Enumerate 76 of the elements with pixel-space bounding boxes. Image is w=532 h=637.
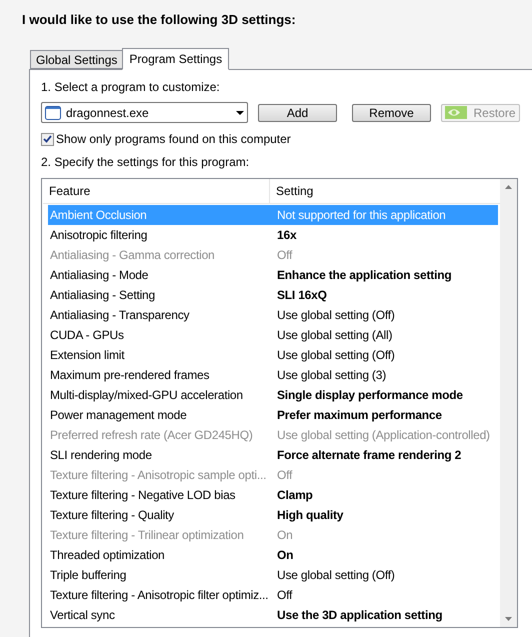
setting-cell-text: Use global setting (Off): [276, 307, 395, 324]
table-row[interactable]: Power management mode Prefer maximum performance: [48, 405, 498, 425]
setting-cell-text: Off: [276, 247, 292, 264]
feature-cell-text: Texture filtering - Anisotropic filter optimiz...: [49, 587, 270, 604]
feature-cell-text: SLI rendering mode: [49, 447, 153, 464]
setting-cell-text: Clamp: [276, 487, 313, 504]
setting-cell-text: On: [276, 527, 293, 544]
table-row[interactable]: Texture filtering - Anisotropic filter optimiz... Off: [48, 585, 498, 605]
column-header[interactable]: Feature: [43, 179, 270, 203]
setting-cell-text: Use global setting (Off): [276, 347, 395, 364]
setting-cell-text: 16x: [276, 227, 296, 244]
table-row[interactable]: Texture filtering - Quality High quality: [48, 505, 498, 525]
table-row[interactable]: Antialiasing - Mode Enhance the application setting: [48, 265, 498, 285]
table-row[interactable]: Antialiasing - Setting SLI 16xQ: [48, 285, 498, 305]
setting-cell-text: Use global setting (Off): [276, 567, 395, 584]
setting-cell-text: Single display performance mode: [276, 387, 463, 404]
feature-cell-text: Antialiasing - Gamma correction: [49, 247, 216, 264]
feature-cell-text: Antialiasing - Mode: [49, 267, 150, 284]
scroll-up-icon[interactable]: [505, 185, 512, 189]
scroll-down-icon[interactable]: [505, 617, 512, 621]
feature-cell-text: Vertical sync: [49, 607, 116, 624]
feature-cell-text: Power management mode: [49, 407, 188, 424]
scrollbar[interactable]: [500, 179, 517, 627]
action-button[interactable]: Remove: [352, 104, 431, 122]
feature-cell-text: Antialiasing - Setting: [49, 287, 156, 304]
setting-cell-text: Prefer maximum performance: [276, 407, 442, 424]
eye-logo-icon: [445, 106, 468, 119]
setting-cell-text: Force alternate frame rendering 2: [276, 447, 462, 464]
setting-cell-text: Use global setting (3): [276, 367, 386, 384]
column-header[interactable]: Setting: [270, 179, 500, 203]
setting-cell-text: Use global setting (Application-controlled): [276, 427, 490, 444]
checkbox-label: Show only programs found on this computer: [56, 131, 291, 148]
setting-cell-text: On: [276, 547, 294, 564]
feature-cell-text: Maximum pre-rendered frames: [49, 367, 210, 384]
caret-icon: [236, 110, 244, 114]
feature-cell-text: CUDA - GPUs: [49, 327, 125, 344]
table-row[interactable]: Triple buffering Use global setting (Off): [48, 565, 498, 585]
tab[interactable]: Global Settings: [30, 50, 122, 69]
action-button[interactable]: Add: [258, 104, 337, 122]
table-row[interactable]: Antialiasing - Transparency Use global setting (Off): [48, 305, 498, 325]
feature-cell-text: Texture filtering - Trilinear optimization: [49, 527, 245, 544]
table-row[interactable]: Anisotropic filtering 16x: [48, 225, 498, 245]
field-label: 2. Specify the settings for this program:: [41, 154, 250, 171]
feature-cell-text: Antialiasing - Transparency: [49, 307, 190, 324]
table-row[interactable]: Vertical sync Use the 3D application setting: [48, 605, 498, 625]
checkbox[interactable]: [41, 132, 54, 146]
setting-cell-text: Use the 3D application setting: [276, 607, 442, 624]
feature-cell-text: Anisotropic filtering: [49, 227, 148, 244]
table-row[interactable]: Texture filtering - Negative LOD bias Clamp: [48, 485, 498, 505]
window-icon: [45, 106, 61, 120]
feature-cell-text: Texture filtering - Anisotropic sample opti...: [49, 467, 268, 484]
feature-cell-text: Triple buffering: [49, 567, 128, 584]
setting-cell-text: Off: [276, 467, 292, 484]
feature-cell-text: Texture filtering - Negative LOD bias: [49, 487, 236, 504]
table-row[interactable]: Extension limit Use global setting (Off): [48, 345, 498, 365]
section-heading: I would like to use the following 3D settings:: [22, 11, 297, 28]
setting-cell-text: Off: [276, 587, 292, 604]
table-row[interactable]: Threaded optimization On: [48, 545, 498, 565]
table-row[interactable]: SLI rendering mode Force alternate frame rendering 2: [48, 445, 498, 465]
setting-cell-text: Enhance the application setting: [276, 267, 452, 284]
setting-cell-text: Use global setting (All): [276, 327, 392, 344]
feature-cell-text: Multi-display/mixed-GPU acceleration: [49, 387, 244, 404]
table-row[interactable]: Multi-display/mixed-GPU acceleration Single display performance mode: [48, 385, 498, 405]
tab[interactable]: Program Settings: [122, 48, 230, 70]
table-row[interactable]: CUDA - GPUs Use global setting (All): [48, 325, 498, 345]
program-dropdown[interactable]: dragonnest.exe: [41, 102, 248, 123]
field-label: 1. Select a program to customize:: [41, 79, 221, 96]
feature-cell-text: Preferred refresh rate (Acer GD245HQ): [49, 427, 254, 444]
setting-cell-text: SLI 16xQ: [276, 287, 327, 304]
setting-cell-text: Not supported for this application: [276, 207, 446, 224]
setting-cell-text: High quality: [276, 507, 344, 524]
feature-cell-text: Threaded optimization: [49, 547, 166, 564]
feature-cell-text: Texture filtering - Quality: [49, 507, 175, 524]
table-row[interactable]: Maximum pre-rendered frames Use global setting (3): [48, 365, 498, 385]
feature-cell-text: Extension limit: [49, 347, 126, 364]
feature-cell-text: Ambient Occlusion: [49, 207, 148, 224]
